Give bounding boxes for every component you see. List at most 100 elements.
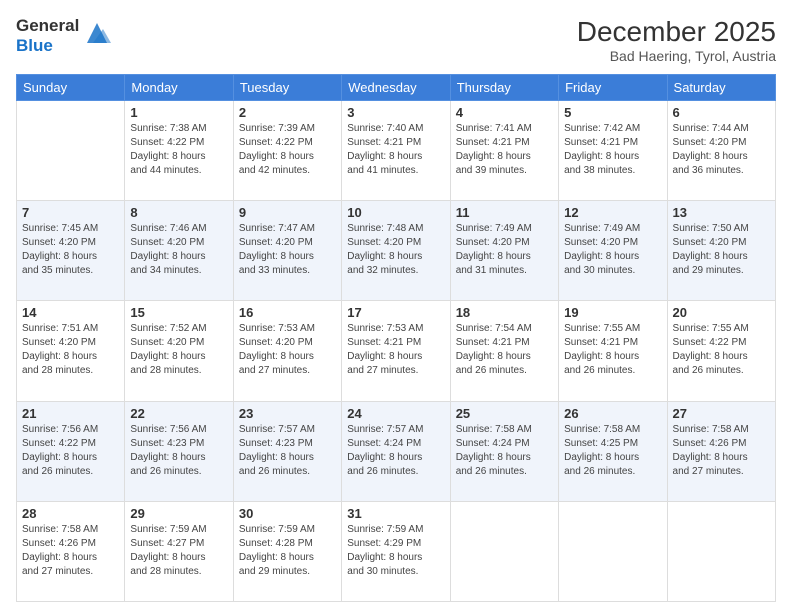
calendar-weekday-tuesday: Tuesday — [233, 75, 341, 101]
calendar-cell: 7 Sunrise: 7:45 AM Sunset: 4:20 PM Daylig… — [17, 201, 125, 301]
day-number: 25 — [456, 406, 553, 421]
calendar-week-row: 7 Sunrise: 7:45 AM Sunset: 4:20 PM Daylig… — [17, 201, 776, 301]
day-number: 8 — [130, 205, 227, 220]
day-number: 26 — [564, 406, 661, 421]
day-info: Sunrise: 7:52 AM Sunset: 4:20 PM Dayligh… — [130, 322, 227, 378]
calendar-weekday-monday: Monday — [125, 75, 233, 101]
calendar-weekday-wednesday: Wednesday — [342, 75, 450, 101]
day-number: 7 — [22, 205, 119, 220]
calendar-cell: 3Sunrise: 7:40 AM Sunset: 4:21 PM Daylig… — [342, 101, 450, 201]
calendar-cell: 1 Sunrise: 7:38 AM Sunset: 4:22 PM Daylig… — [125, 101, 233, 201]
calendar-weekday-thursday: Thursday — [450, 75, 558, 101]
calendar-weekday-friday: Friday — [559, 75, 667, 101]
day-number: 18 — [456, 305, 553, 320]
calendar-weekday-saturday: Saturday — [667, 75, 775, 101]
calendar-week-row: 14Sunrise: 7:51 AM Sunset: 4:20 PM Dayli… — [17, 301, 776, 401]
logo: General Blue — [16, 16, 111, 55]
day-info: Sunrise: 7:47 AM Sunset: 4:20 PM Dayligh… — [239, 222, 336, 278]
day-info: Sunrise: 7:53 AM Sunset: 4:21 PM Dayligh… — [347, 322, 444, 378]
calendar-cell: 26 Sunrise: 7:58 AM Sunset: 4:25 PM Dayli… — [559, 401, 667, 501]
calendar-cell: 10 Sunrise: 7:48 AM Sunset: 4:20 PM Dayli… — [342, 201, 450, 301]
day-info: Sunrise: 7:50 AM Sunset: 4:20 PM Dayligh… — [673, 222, 770, 278]
day-info: Sunrise: 7:44 AM Sunset: 4:20 PM Dayligh… — [673, 122, 770, 178]
calendar-cell: 14Sunrise: 7:51 AM Sunset: 4:20 PM Dayli… — [17, 301, 125, 401]
calendar-cell: 29Sunrise: 7:59 AM Sunset: 4:27 PM Dayli… — [125, 501, 233, 601]
calendar-cell: 8 Sunrise: 7:46 AM Sunset: 4:20 PM Daylig… — [125, 201, 233, 301]
page-container: General Blue December 2025 Bad Haering, … — [0, 0, 792, 612]
day-number: 30 — [239, 506, 336, 521]
day-number: 1 — [130, 105, 227, 120]
calendar-cell: 5 Sunrise: 7:42 AM Sunset: 4:21 PM Daylig… — [559, 101, 667, 201]
calendar-cell: 22 Sunrise: 7:56 AM Sunset: 4:23 PM Dayli… — [125, 401, 233, 501]
day-number: 4 — [456, 105, 553, 120]
day-info: Sunrise: 7:49 AM Sunset: 4:20 PM Dayligh… — [564, 222, 661, 278]
logo-line2: Blue — [16, 36, 79, 56]
day-number: 16 — [239, 305, 336, 320]
day-number: 23 — [239, 406, 336, 421]
day-number: 27 — [673, 406, 770, 421]
day-info: Sunrise: 7:58 AM Sunset: 4:24 PM Dayligh… — [456, 423, 553, 479]
day-number: 6 — [673, 105, 770, 120]
day-number: 21 — [22, 406, 119, 421]
calendar-title: December 2025 — [577, 16, 776, 48]
day-info: Sunrise: 7:45 AM Sunset: 4:20 PM Dayligh… — [22, 222, 119, 278]
header: General Blue December 2025 Bad Haering, … — [16, 16, 776, 64]
calendar-week-row: 28 Sunrise: 7:58 AM Sunset: 4:26 PM Dayli… — [17, 501, 776, 601]
day-number: 31 — [347, 506, 444, 521]
calendar-cell — [17, 101, 125, 201]
calendar-cell: 16 Sunrise: 7:53 AM Sunset: 4:20 PM Dayli… — [233, 301, 341, 401]
day-number: 28 — [22, 506, 119, 521]
day-info: Sunrise: 7:59 AM Sunset: 4:29 PM Dayligh… — [347, 523, 444, 579]
day-info: Sunrise: 7:59 AM Sunset: 4:28 PM Dayligh… — [239, 523, 336, 579]
calendar-cell: 18Sunrise: 7:54 AM Sunset: 4:21 PM Dayli… — [450, 301, 558, 401]
day-info: Sunrise: 7:49 AM Sunset: 4:20 PM Dayligh… — [456, 222, 553, 278]
day-number: 29 — [130, 506, 227, 521]
day-info: Sunrise: 7:56 AM Sunset: 4:22 PM Dayligh… — [22, 423, 119, 479]
day-info: Sunrise: 7:58 AM Sunset: 4:26 PM Dayligh… — [673, 423, 770, 479]
calendar-cell: 24Sunrise: 7:57 AM Sunset: 4:24 PM Dayli… — [342, 401, 450, 501]
day-number: 19 — [564, 305, 661, 320]
day-info: Sunrise: 7:51 AM Sunset: 4:20 PM Dayligh… — [22, 322, 119, 378]
day-info: Sunrise: 7:55 AM Sunset: 4:22 PM Dayligh… — [673, 322, 770, 378]
day-info: Sunrise: 7:46 AM Sunset: 4:20 PM Dayligh… — [130, 222, 227, 278]
calendar-cell: 4 Sunrise: 7:41 AM Sunset: 4:21 PM Daylig… — [450, 101, 558, 201]
calendar-header-row: SundayMondayTuesdayWednesdayThursdayFrid… — [17, 75, 776, 101]
logo-icon — [83, 19, 111, 52]
day-info: Sunrise: 7:41 AM Sunset: 4:21 PM Dayligh… — [456, 122, 553, 178]
day-info: Sunrise: 7:39 AM Sunset: 4:22 PM Dayligh… — [239, 122, 336, 178]
calendar-subtitle: Bad Haering, Tyrol, Austria — [577, 48, 776, 64]
calendar-cell: 27 Sunrise: 7:58 AM Sunset: 4:26 PM Dayli… — [667, 401, 775, 501]
title-block: December 2025 Bad Haering, Tyrol, Austri… — [577, 16, 776, 64]
day-number: 5 — [564, 105, 661, 120]
day-info: Sunrise: 7:53 AM Sunset: 4:20 PM Dayligh… — [239, 322, 336, 378]
calendar-cell: 19 Sunrise: 7:55 AM Sunset: 4:21 PM Dayli… — [559, 301, 667, 401]
day-number: 24 — [347, 406, 444, 421]
calendar-cell: 25 Sunrise: 7:58 AM Sunset: 4:24 PM Dayli… — [450, 401, 558, 501]
day-number: 10 — [347, 205, 444, 220]
day-number: 20 — [673, 305, 770, 320]
calendar-cell — [450, 501, 558, 601]
day-info: Sunrise: 7:58 AM Sunset: 4:26 PM Dayligh… — [22, 523, 119, 579]
calendar-cell: 30 Sunrise: 7:59 AM Sunset: 4:28 PM Dayli… — [233, 501, 341, 601]
calendar-cell: 20 Sunrise: 7:55 AM Sunset: 4:22 PM Dayli… — [667, 301, 775, 401]
calendar-cell: 12Sunrise: 7:49 AM Sunset: 4:20 PM Dayli… — [559, 201, 667, 301]
day-info: Sunrise: 7:57 AM Sunset: 4:23 PM Dayligh… — [239, 423, 336, 479]
day-info: Sunrise: 7:58 AM Sunset: 4:25 PM Dayligh… — [564, 423, 661, 479]
day-info: Sunrise: 7:42 AM Sunset: 4:21 PM Dayligh… — [564, 122, 661, 178]
day-number: 3 — [347, 105, 444, 120]
day-info: Sunrise: 7:38 AM Sunset: 4:22 PM Dayligh… — [130, 122, 227, 178]
day-number: 13 — [673, 205, 770, 220]
calendar-weekday-sunday: Sunday — [17, 75, 125, 101]
day-number: 22 — [130, 406, 227, 421]
day-info: Sunrise: 7:55 AM Sunset: 4:21 PM Dayligh… — [564, 322, 661, 378]
calendar-cell: 11 Sunrise: 7:49 AM Sunset: 4:20 PM Dayli… — [450, 201, 558, 301]
day-number: 11 — [456, 205, 553, 220]
calendar-cell: 31 Sunrise: 7:59 AM Sunset: 4:29 PM Dayli… — [342, 501, 450, 601]
day-info: Sunrise: 7:48 AM Sunset: 4:20 PM Dayligh… — [347, 222, 444, 278]
calendar-table: SundayMondayTuesdayWednesdayThursdayFrid… — [16, 74, 776, 602]
calendar-cell: 15 Sunrise: 7:52 AM Sunset: 4:20 PM Dayli… — [125, 301, 233, 401]
calendar-cell: 9Sunrise: 7:47 AM Sunset: 4:20 PM Daylig… — [233, 201, 341, 301]
day-number: 15 — [130, 305, 227, 320]
day-info: Sunrise: 7:56 AM Sunset: 4:23 PM Dayligh… — [130, 423, 227, 479]
calendar-cell — [667, 501, 775, 601]
